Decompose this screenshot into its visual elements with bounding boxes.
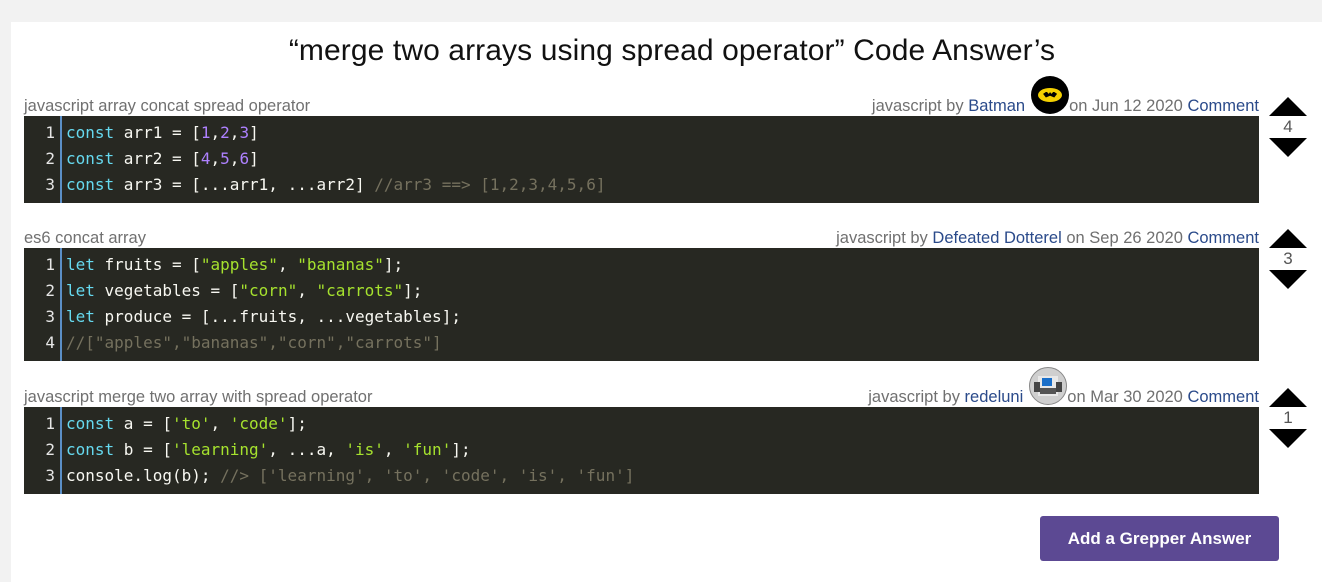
on-label: on: [1066, 229, 1085, 247]
vote-count: 4: [1283, 117, 1293, 136]
code-text: const a = ['to', 'code'];: [66, 414, 307, 433]
code-line: 1 const arr1 = [1,2,3]: [24, 120, 1259, 146]
answer-date: Sep 26 2020: [1089, 229, 1183, 247]
answer-card-1: javascript array concat spread operator …: [24, 75, 1259, 203]
line-number: 3: [45, 466, 55, 485]
add-grepper-answer-button[interactable]: Add a Grepper Answer: [1040, 516, 1279, 561]
line-number: 3: [45, 175, 55, 194]
code-text: console.log(b); //> ['learning', 'to', '…: [66, 466, 635, 485]
code-text: let produce = [...fruits, ...vegetables]…: [66, 307, 461, 326]
language-by-label: javascript by: [868, 388, 960, 406]
code-line: 3 console.log(b); //> ['learning', 'to', …: [24, 463, 1259, 489]
line-number: 2: [45, 440, 55, 459]
upvote-arrow-icon[interactable]: [1269, 388, 1307, 407]
code-line: 4 //["apples","bananas","corn","carrots"]: [24, 330, 1259, 356]
code-text: const arr1 = [1,2,3]: [66, 123, 259, 142]
downvote-arrow-icon[interactable]: [1269, 270, 1307, 289]
code-text: let vegetables = ["corn", "carrots"];: [66, 281, 423, 300]
answer-card-2: es6 concat array javascript by Defeated …: [24, 226, 1259, 361]
code-text: const arr2 = [4,5,6]: [66, 149, 259, 168]
vote-widget-2: 3: [1266, 229, 1310, 289]
code-line: 3 let produce = [...fruits, ...vegetables…: [24, 304, 1259, 330]
code-text: const arr3 = [...arr1, ...arr2] //arr3 =…: [66, 175, 606, 194]
code-line: 2 const arr2 = [4,5,6]: [24, 146, 1259, 172]
page-title: “merge two arrays using spread operator”…: [288, 34, 1056, 67]
code-text: //["apples","bananas","corn","carrots"]: [66, 333, 442, 352]
answer-meta: es6 concat array javascript by Defeated …: [24, 226, 1259, 248]
upvote-arrow-icon[interactable]: [1269, 97, 1307, 116]
batman-avatar[interactable]: [1031, 75, 1070, 114]
on-label: on: [1067, 388, 1086, 406]
vote-widget-3: 1: [1266, 388, 1310, 448]
line-number: 2: [45, 281, 55, 300]
answer-heading: javascript merge two array with spread o…: [24, 388, 373, 406]
code-line: 2 const b = ['learning', ...a, 'is', 'fun…: [24, 437, 1259, 463]
vote-count: 3: [1283, 249, 1293, 268]
line-number: 1: [45, 414, 55, 433]
line-number: 4: [45, 333, 55, 352]
answer-byline: javascript by Defeated Dotterel on Sep 2…: [836, 229, 1259, 248]
answer-heading: javascript array concat spread operator: [24, 97, 311, 115]
author-link[interactable]: redeluni: [965, 388, 1024, 407]
upvote-arrow-icon[interactable]: [1269, 229, 1307, 248]
answer-date: Jun 12 2020: [1092, 97, 1183, 115]
code-block[interactable]: 1 const a = ['to', 'code']; 2 const b = ['…: [24, 407, 1259, 494]
answer-byline: javascript by redeluni on Mar 30 2020 Co…: [868, 366, 1259, 407]
bat-logo-icon: [1038, 87, 1063, 102]
vote-widget-1: 4: [1266, 97, 1310, 157]
line-number: 3: [45, 307, 55, 326]
answer-date: Mar 30 2020: [1090, 388, 1183, 406]
answer-byline: javascript by Batman on Jun 12 2020 Comm…: [871, 75, 1259, 116]
answer-heading: es6 concat array: [24, 229, 146, 247]
code-line: 2 let vegetables = ["corn", "carrots"];: [24, 278, 1259, 304]
downvote-arrow-icon[interactable]: [1269, 429, 1307, 448]
answer-meta: javascript array concat spread operator …: [24, 75, 1259, 116]
vote-count: 1: [1283, 408, 1293, 427]
code-text: const b = ['learning', ...a, 'is', 'fun'…: [66, 440, 471, 459]
code-line: 3 const arr3 = [...arr1, ...arr2] //arr3 …: [24, 172, 1259, 198]
code-block[interactable]: 1 const arr1 = [1,2,3] 2 const arr2 = [4,5…: [24, 116, 1259, 203]
downvote-arrow-icon[interactable]: [1269, 138, 1307, 157]
code-line: 1 const a = ['to', 'code'];: [24, 411, 1259, 437]
line-number: 2: [45, 149, 55, 168]
line-number: 1: [45, 123, 55, 142]
comment-link[interactable]: Comment: [1187, 97, 1259, 116]
language-by-label: javascript by: [871, 97, 964, 115]
language-by-label: javascript by: [836, 229, 928, 247]
code-text: let fruits = ["apples", "bananas"];: [66, 255, 404, 274]
answer-meta: javascript merge two array with spread o…: [24, 366, 1259, 407]
author-link[interactable]: Defeated Dotterel: [932, 229, 1061, 248]
comment-link[interactable]: Comment: [1187, 388, 1259, 407]
code-line: 1 let fruits = ["apples", "bananas"];: [24, 252, 1259, 278]
code-block[interactable]: 1 let fruits = ["apples", "bananas"]; 2 le…: [24, 248, 1259, 361]
on-label: on: [1069, 97, 1088, 115]
comment-link[interactable]: Comment: [1187, 229, 1259, 248]
author-link[interactable]: Batman: [968, 97, 1025, 116]
pixel-avatar[interactable]: [1029, 366, 1068, 405]
line-number: 1: [45, 255, 55, 274]
answer-card-3: javascript merge two array with spread o…: [24, 366, 1259, 494]
